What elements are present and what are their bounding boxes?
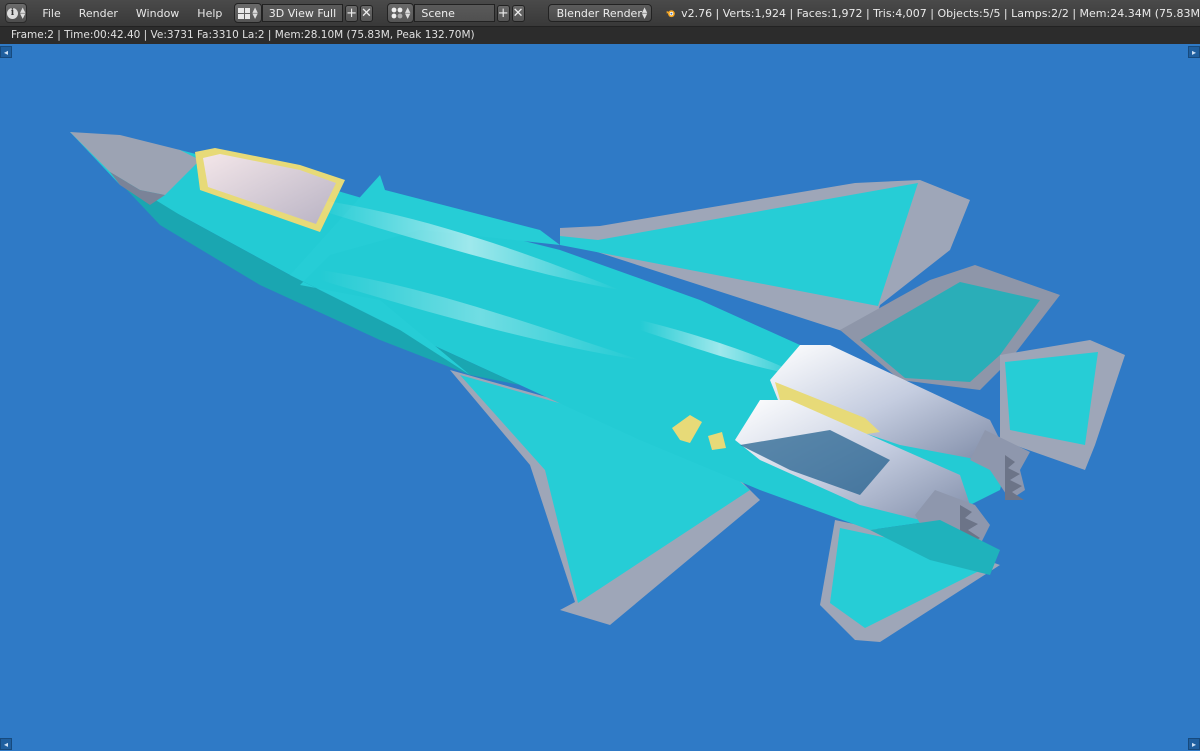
add-scene-button[interactable]: + — [496, 4, 510, 22]
corner-expand-bottom-right[interactable]: ▸ — [1188, 738, 1200, 750]
render-info-bar: Frame:2 | Time:00:42.40 | Ve:3731 Fa:331… — [0, 27, 1200, 44]
render-engine-selector[interactable]: Blender Render ▲ ▼ — [547, 4, 652, 22]
render-engine-label: Blender Render — [556, 6, 642, 20]
scene-selector[interactable]: ▲ ▼ — [386, 3, 415, 23]
rendered-jet-image — [70, 132, 1125, 642]
header-bar: i ▲ ▼ File Render Window Help ▲ ▼ 3D View … — [0, 0, 1200, 27]
scene-field[interactable]: Scene — [414, 4, 495, 22]
screen-layout-icon — [238, 7, 251, 19]
updown-arrow-icon: ▲ ▼ — [19, 6, 26, 20]
x-icon: ✕ — [361, 5, 372, 21]
menu-window[interactable]: Window — [127, 7, 188, 20]
updown-arrow-icon: ▲ ▼ — [641, 6, 648, 20]
updown-arrow-icon: ▲ ▼ — [252, 6, 258, 20]
info-icon: i — [6, 7, 18, 19]
screen-layout-field[interactable]: 3D View Full — [261, 4, 344, 22]
screen-layout-selector[interactable]: ▲ ▼ — [234, 3, 262, 23]
updown-arrow-icon: ▲ ▼ — [404, 6, 411, 20]
corner-expand-bottom-left[interactable]: ◂ — [0, 738, 12, 750]
blender-logo-icon — [666, 10, 675, 18]
plus-icon: + — [346, 5, 358, 21]
scene-statistics: v2.76 | Verts:1,924 | Faces:1,972 | Tris… — [681, 6, 1200, 20]
plus-icon: + — [497, 5, 509, 21]
x-icon: ✕ — [512, 5, 524, 21]
corner-expand-top-right[interactable]: ▸ — [1188, 46, 1200, 58]
add-screen-button[interactable]: + — [345, 4, 359, 22]
editor-type-button[interactable]: i ▲ ▼ — [5, 3, 28, 23]
delete-scene-button[interactable]: ✕ — [511, 4, 525, 22]
menu-help[interactable]: Help — [188, 7, 231, 20]
menu-file[interactable]: File — [33, 7, 69, 20]
delete-screen-button[interactable]: ✕ — [360, 4, 373, 22]
menu-render[interactable]: Render — [70, 7, 127, 20]
corner-expand-top-left[interactable]: ◂ — [0, 46, 12, 58]
render-viewport[interactable] — [0, 44, 1200, 750]
scene-icon — [391, 7, 403, 19]
stabilizer-right — [1005, 352, 1098, 445]
